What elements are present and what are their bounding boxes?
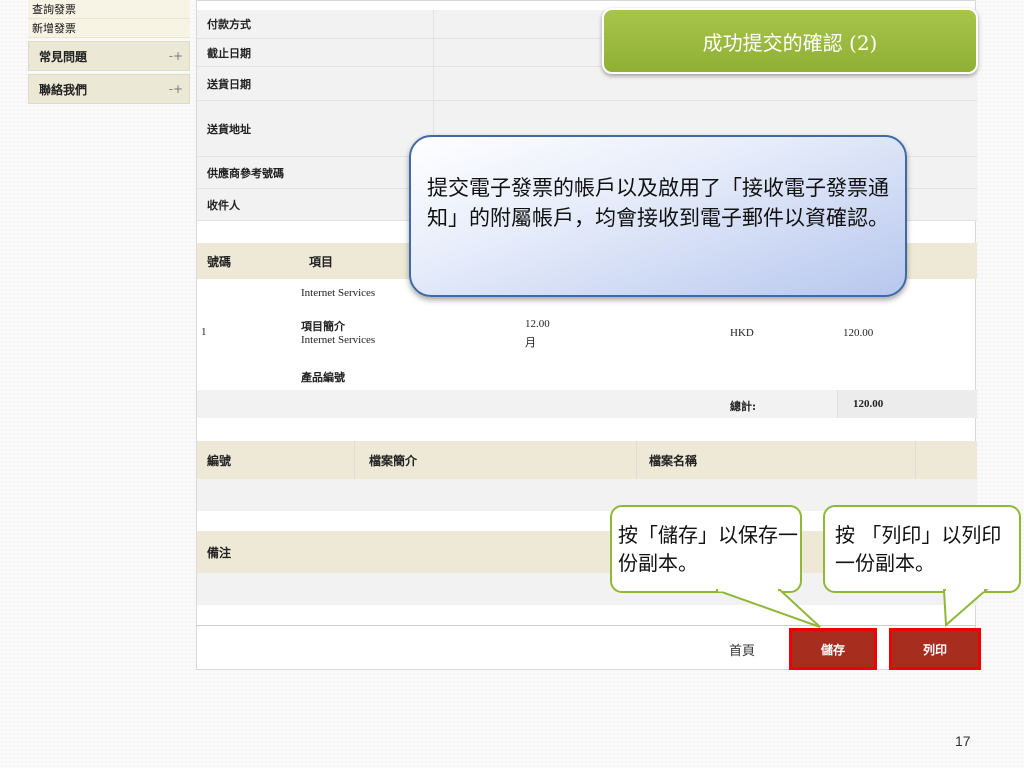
print-tip-pointer bbox=[942, 589, 989, 628]
slide-title-callout: 成功提交的確認 (2) bbox=[602, 8, 978, 74]
item-desc-label: 項目簡介 bbox=[301, 320, 345, 333]
sidebar-link-query-invoice[interactable]: 查詢發票 bbox=[28, 0, 190, 19]
sidebar-link-new-invoice[interactable]: 新增發票 bbox=[28, 19, 190, 38]
print-tip-callout: 按 「列印」以列印一份副本。 bbox=[823, 505, 1021, 593]
save-tip-callout: 按「儲存」以保存一份副本。 bbox=[610, 505, 802, 593]
info-label: 截止日期 bbox=[197, 39, 434, 66]
item-number: 1 bbox=[201, 326, 207, 338]
print-button[interactable]: 列印 bbox=[889, 628, 981, 670]
column-header-file-desc: 檔案簡介 bbox=[369, 453, 418, 468]
sidebar-item-faq[interactable]: 常見問題 -+ bbox=[28, 41, 190, 71]
info-label: 付款方式 bbox=[197, 10, 434, 38]
item-quantity: 12.00 bbox=[525, 318, 550, 330]
sidebar-item-label: 聯絡我們 bbox=[39, 82, 88, 97]
info-label: 送貨地址 bbox=[197, 101, 434, 156]
total-label: 總計: bbox=[730, 400, 757, 413]
column-header-number: 號碼 bbox=[207, 254, 232, 269]
save-button[interactable]: 儲存 bbox=[789, 628, 877, 670]
sidebar: 查詢發票 新增發票 常見問題 -+ 聯絡我們 -+ bbox=[28, 0, 190, 104]
remarks-label: 備注 bbox=[207, 545, 232, 560]
home-button[interactable]: 首頁 bbox=[702, 628, 782, 670]
item-name: Internet Services bbox=[301, 287, 376, 299]
attachments-table-header: 編號 檔案簡介 檔案名稱 bbox=[197, 441, 977, 479]
total-value: 120.00 bbox=[853, 398, 884, 410]
item-amount: 120.00 bbox=[843, 327, 874, 339]
sidebar-item-contact[interactable]: 聯絡我們 -+ bbox=[28, 74, 190, 104]
info-callout: 提交電子發票的帳戶以及啟用了「接收電子發票通知」的附屬帳戶，均會接收到電子郵件以… bbox=[409, 135, 907, 297]
column-header-file-name: 檔案名稱 bbox=[649, 453, 698, 468]
plus-arrow-icon: -+ bbox=[168, 82, 183, 96]
info-label: 送貨日期 bbox=[197, 67, 434, 100]
column-header-attachment-number: 編號 bbox=[207, 453, 232, 468]
sidebar-item-label: 常見問題 bbox=[39, 49, 88, 64]
info-label: 收件人 bbox=[197, 189, 434, 220]
action-bar: 首頁 儲存 列印 bbox=[196, 625, 981, 670]
item-unit: 月 bbox=[525, 336, 536, 349]
save-tip-pointer bbox=[716, 589, 821, 628]
page-number: 17 bbox=[955, 733, 971, 749]
column-header-item: 項目 bbox=[309, 254, 334, 269]
item-currency: HKD bbox=[730, 327, 754, 339]
plus-arrow-icon: -+ bbox=[168, 49, 183, 63]
item-desc-value: Internet Services bbox=[301, 334, 376, 346]
info-label: 供應商參考號碼 bbox=[197, 157, 434, 188]
product-code-label: 產品編號 bbox=[301, 371, 345, 384]
